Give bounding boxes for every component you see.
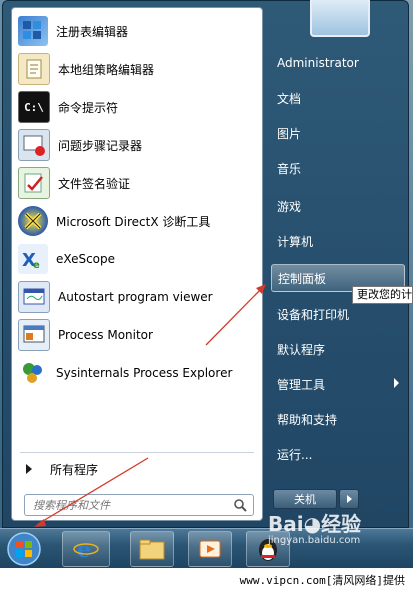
windows-logo-icon	[7, 532, 41, 566]
watermark-url: jingyan.baidu.com	[268, 535, 361, 546]
start-orb-button[interactable]	[4, 531, 44, 567]
folder-icon	[139, 539, 165, 560]
ie-icon: e	[73, 537, 99, 562]
taskbar-ie-button[interactable]: e	[62, 531, 110, 567]
taskbar-explorer-button[interactable]	[130, 531, 174, 567]
footer-credit: www.vipcn.com[清风网络]提供	[0, 568, 413, 593]
watermark-brand-suffix: 经验	[321, 512, 362, 536]
taskbar-media-button[interactable]	[188, 531, 232, 567]
svg-text:e: e	[77, 537, 91, 562]
media-player-icon	[199, 540, 221, 558]
paw-icon: ◕	[303, 512, 322, 536]
annotation-arrows	[34, 284, 266, 527]
watermark-brand: Bai	[268, 512, 304, 536]
